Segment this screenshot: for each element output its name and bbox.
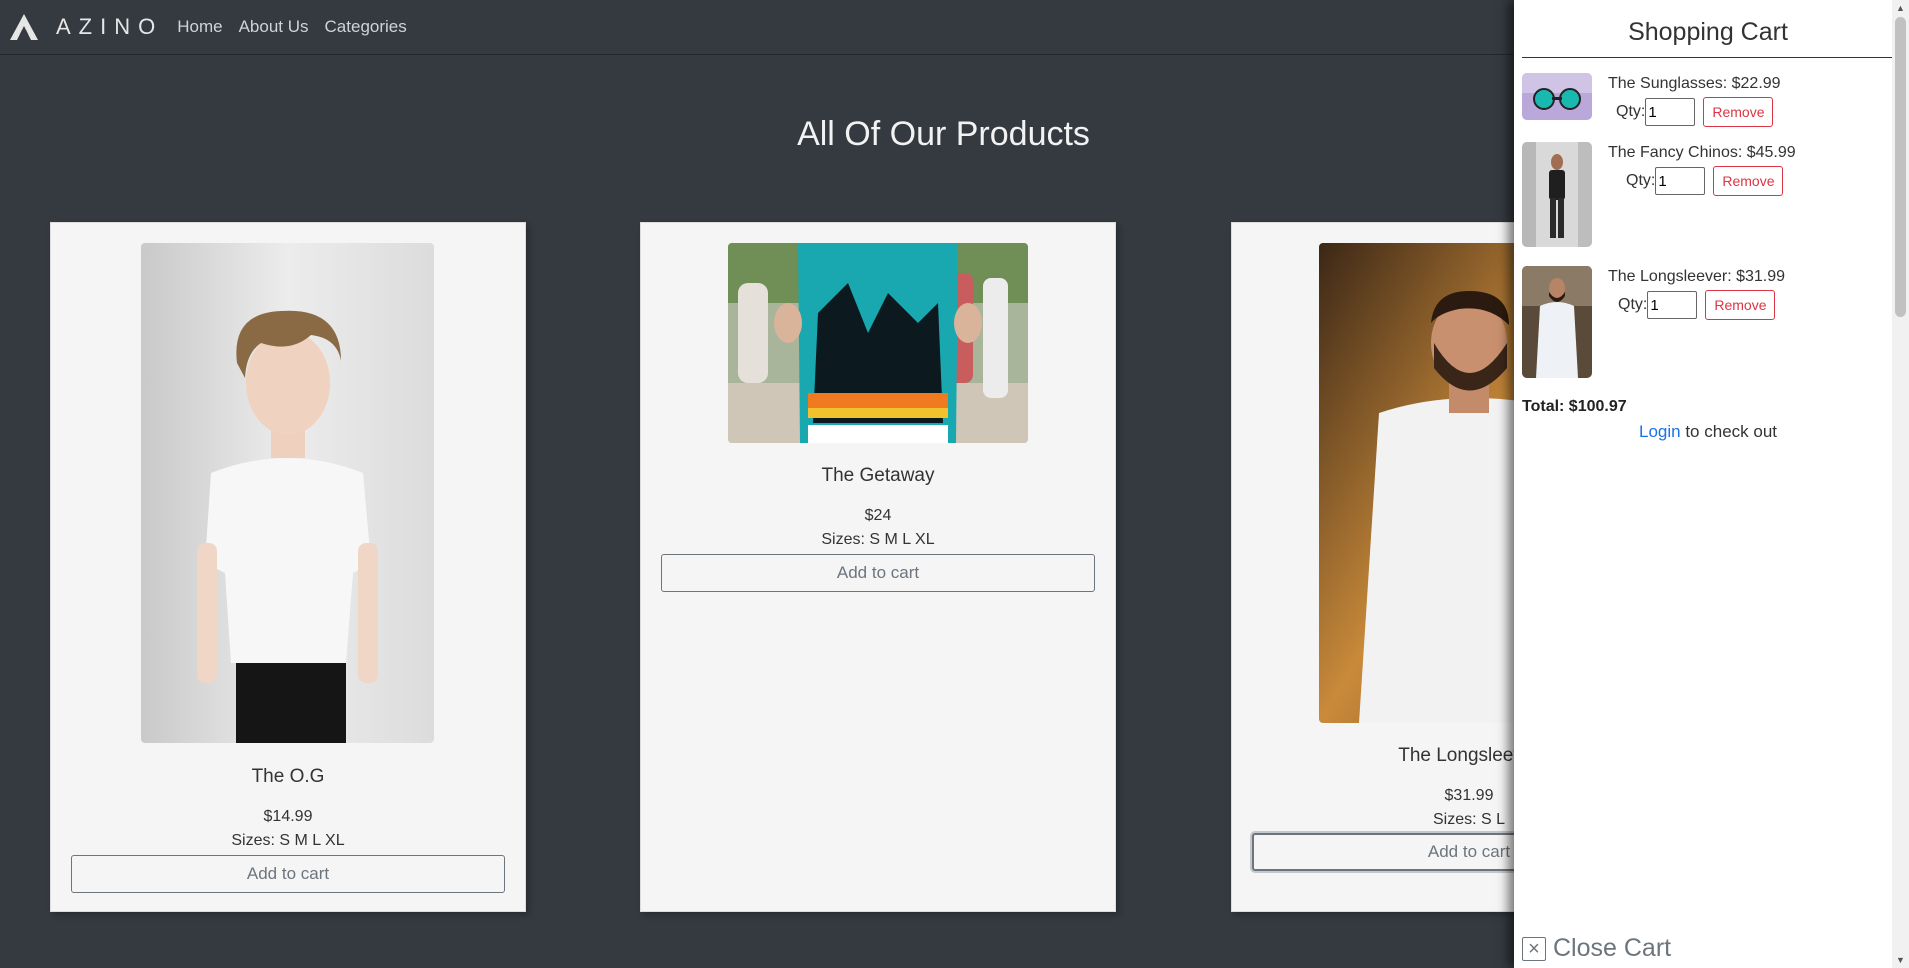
qty-row: Qty: Remove bbox=[1626, 166, 1784, 196]
checkout-prompt: Login to check out bbox=[1522, 422, 1894, 442]
cart-item-image bbox=[1522, 142, 1592, 247]
cart-item-label: The Sunglasses: $22.99 bbox=[1608, 75, 1781, 92]
brand[interactable]: AZINO bbox=[8, 12, 163, 42]
close-icon: × bbox=[1522, 936, 1546, 961]
product-price: $24 bbox=[864, 507, 892, 524]
add-to-cart-button[interactable]: Add to cart bbox=[71, 855, 505, 893]
cart-scrollbar[interactable]: ▲ ▼ bbox=[1892, 0, 1909, 968]
product-price: $14.99 bbox=[263, 808, 313, 825]
qty-input[interactable] bbox=[1655, 167, 1706, 195]
azino-logo-icon bbox=[10, 14, 38, 40]
qty-label: Qty: bbox=[1626, 172, 1656, 189]
qty-label: Qty: bbox=[1616, 103, 1646, 120]
product-sizes: Sizes: S M L XL bbox=[821, 531, 935, 548]
qty-row: Qty: Remove bbox=[1616, 97, 1774, 127]
remove-button[interactable]: Remove bbox=[1705, 290, 1776, 320]
remove-button[interactable]: Remove bbox=[1703, 97, 1774, 127]
product-name: The Getaway bbox=[821, 465, 935, 486]
qty-input[interactable] bbox=[1645, 98, 1696, 126]
cart-item-image bbox=[1522, 73, 1592, 120]
cart-total: Total: $100.97 bbox=[1522, 398, 1627, 415]
shopping-cart-panel: Shopping Cart The Sunglasses: $22.99 Qty… bbox=[1514, 0, 1909, 968]
cart-title: Shopping Cart bbox=[1522, 18, 1894, 58]
remove-button[interactable]: Remove bbox=[1713, 166, 1784, 196]
product-card: The Getaway $24 Sizes: S M L XL Add to c… bbox=[640, 222, 1116, 912]
product-card: The O.G $14.99 Sizes: S M L XL Add to ca… bbox=[50, 222, 526, 912]
cart-item-image bbox=[1522, 266, 1592, 378]
nav-link-categories[interactable]: Categories bbox=[325, 17, 407, 37]
add-to-cart-button[interactable]: Add to cart bbox=[661, 554, 1095, 592]
qty-input[interactable] bbox=[1647, 291, 1698, 319]
nav-link-home[interactable]: Home bbox=[177, 17, 222, 37]
product-sizes: Sizes: S M L XL bbox=[231, 832, 345, 849]
scroll-down-icon[interactable]: ▼ bbox=[1896, 955, 1905, 965]
cart-item-label: The Fancy Chinos: $45.99 bbox=[1608, 144, 1796, 161]
product-image[interactable] bbox=[141, 243, 434, 743]
close-cart-label: Close Cart bbox=[1553, 934, 1672, 962]
login-link[interactable]: Login bbox=[1639, 422, 1681, 441]
scroll-thumb[interactable] bbox=[1895, 17, 1906, 317]
product-name: The O.G bbox=[251, 766, 325, 787]
close-cart-button[interactable]: × Close Cart bbox=[1522, 934, 1671, 963]
checkout-text: to check out bbox=[1680, 422, 1777, 441]
product-image[interactable] bbox=[728, 243, 1028, 443]
brand-name: AZINO bbox=[56, 14, 164, 39]
cart-item-label: The Longsleever: $31.99 bbox=[1608, 268, 1786, 285]
nav-links: Home About Us Categories bbox=[177, 17, 423, 37]
scroll-up-icon[interactable]: ▲ bbox=[1896, 3, 1905, 13]
qty-label: Qty: bbox=[1618, 296, 1648, 313]
qty-row: Qty: Remove bbox=[1618, 290, 1776, 320]
nav-link-about-us[interactable]: About Us bbox=[239, 17, 309, 37]
